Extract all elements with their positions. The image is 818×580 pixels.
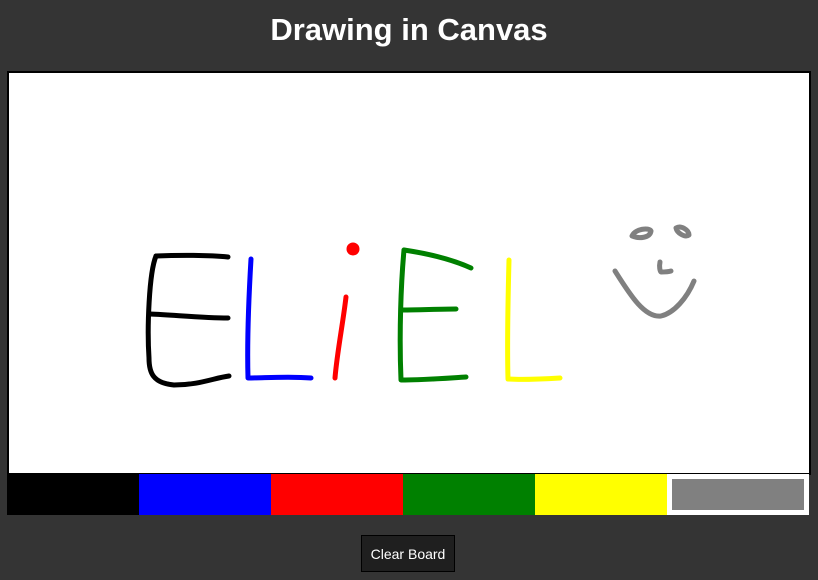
stroke-letter-e-black xyxy=(145,253,232,388)
color-swatch-red[interactable] xyxy=(271,474,403,515)
drawing-canvas[interactable] xyxy=(7,71,811,475)
color-swatch-yellow[interactable] xyxy=(535,474,667,515)
stroke-face-nose xyxy=(657,259,674,275)
color-swatch-black[interactable] xyxy=(7,474,139,515)
color-swatch-green[interactable] xyxy=(403,474,535,515)
page-title: Drawing in Canvas xyxy=(270,12,548,47)
stroke-letter-l-blue xyxy=(245,256,314,381)
stroke-letter-i-red xyxy=(332,294,349,381)
stroke-letter-e-black-top xyxy=(153,252,231,260)
stroke-letter-e-green-mid xyxy=(399,306,459,313)
clear-board-button[interactable]: Clear Board xyxy=(361,535,455,572)
stroke-face-mouth xyxy=(612,268,697,319)
color-swatch-blue[interactable] xyxy=(139,474,271,515)
stroke-face-left-eye xyxy=(629,226,654,241)
color-swatch-gray[interactable] xyxy=(667,474,809,515)
stroke-letter-e-green xyxy=(397,247,469,383)
stroke-letter-i-dot xyxy=(346,242,360,256)
stroke-letter-l-yellow xyxy=(505,257,563,382)
color-palette xyxy=(7,474,809,515)
stroke-letter-e-black-mid xyxy=(147,311,231,321)
stroke-letter-e-green-top xyxy=(401,247,474,271)
drawing-strokes xyxy=(145,224,697,388)
stroke-face-right-eye xyxy=(673,224,692,239)
